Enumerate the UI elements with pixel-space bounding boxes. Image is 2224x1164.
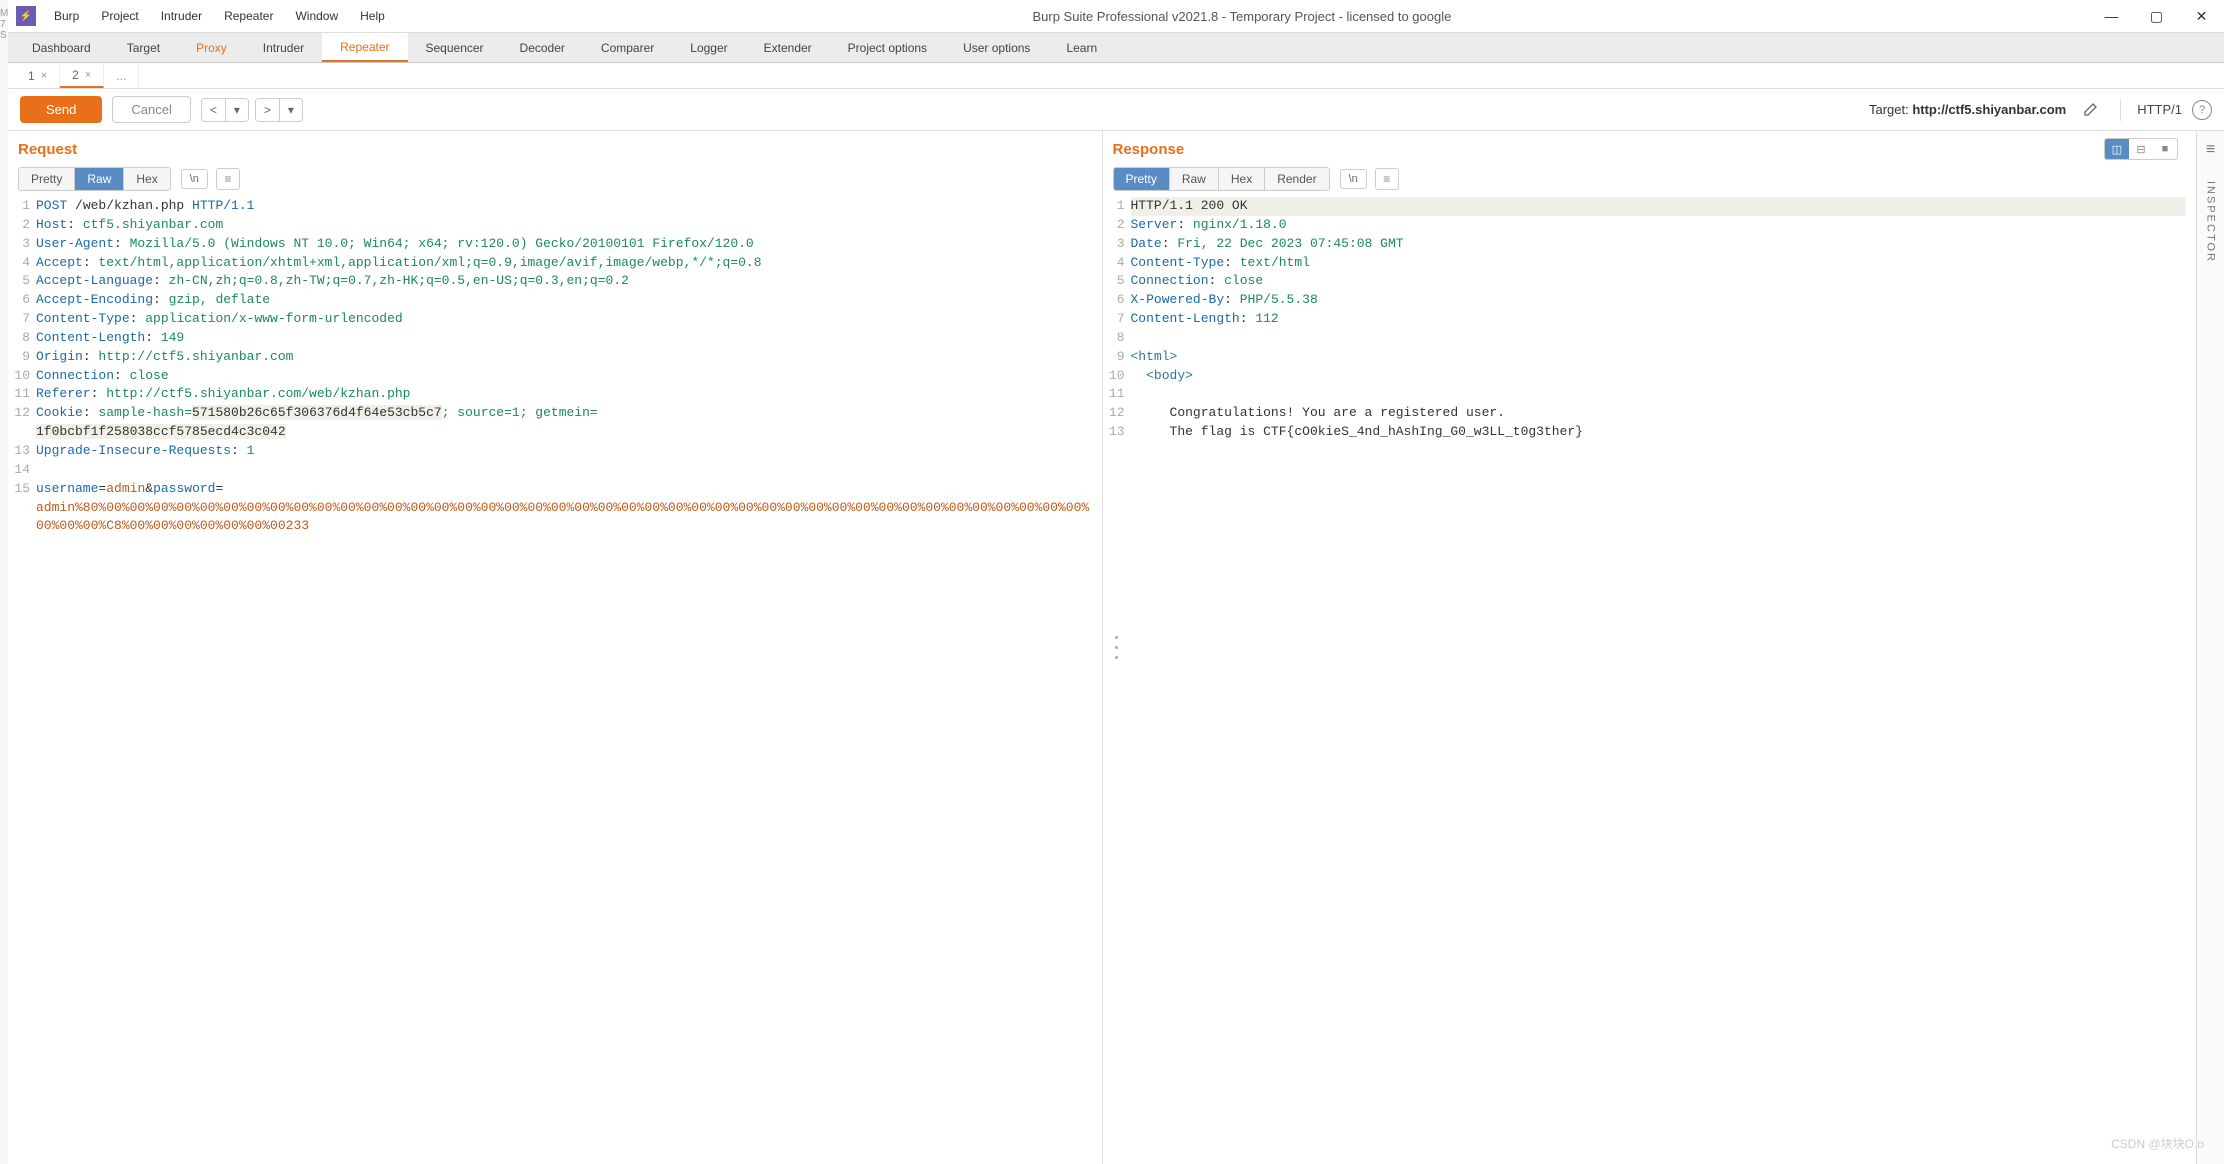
minimize-button[interactable]: —	[2089, 0, 2134, 33]
view-tab-hex[interactable]: Hex	[1219, 168, 1265, 190]
inspector-rail[interactable]: ≡ INSPECTOR	[2196, 131, 2224, 1164]
main-tab-proxy[interactable]: Proxy	[178, 33, 245, 62]
app-icon: ⚡	[16, 6, 36, 26]
main-tab-target[interactable]: Target	[109, 33, 178, 62]
main-tab-extender[interactable]: Extender	[746, 33, 830, 62]
close-tab-icon[interactable]: ×	[85, 69, 91, 81]
response-pane-title: Response	[1113, 141, 1185, 158]
request-pane: Request PrettyRawHex \n ≡ 12345678910111…	[8, 131, 1103, 1164]
newline-toggle[interactable]: \n	[181, 169, 208, 189]
app-window: ⚡ BurpProjectIntruderRepeaterWindowHelp …	[8, 0, 2224, 1164]
menu-repeater[interactable]: Repeater	[214, 3, 283, 29]
view-tab-raw[interactable]: Raw	[1170, 168, 1219, 190]
history-back-dropdown[interactable]: ▾	[225, 99, 248, 121]
menu-burp[interactable]: Burp	[44, 3, 89, 29]
inspector-label: INSPECTOR	[2205, 181, 2217, 263]
response-options-icon[interactable]: ≡	[1375, 168, 1399, 190]
view-tab-render[interactable]: Render	[1265, 168, 1328, 190]
edit-target-icon[interactable]	[2076, 96, 2104, 124]
main-tab-logger[interactable]: Logger	[672, 33, 745, 62]
menu-help[interactable]: Help	[350, 3, 395, 29]
new-tab-button[interactable]: ...	[104, 63, 139, 88]
maximize-button[interactable]: ▢	[2134, 0, 2179, 33]
sub-tab-2[interactable]: 2×	[60, 63, 104, 88]
http-version-label[interactable]: HTTP/1	[2137, 102, 2182, 117]
request-options-icon[interactable]: ≡	[216, 168, 240, 190]
window-title: Burp Suite Professional v2021.8 - Tempor…	[395, 9, 2089, 24]
response-pane: Response ◫ ⊟ ■ PrettyRawHexRender \n ≡ 1…	[1103, 131, 2197, 1164]
action-bar: Send Cancel < ▾ > ▾ Target: http://ctf5.…	[8, 89, 2224, 131]
left-edge-strip: M 7 S	[0, 0, 8, 1164]
main-tab-intruder[interactable]: Intruder	[245, 33, 322, 62]
close-tab-icon[interactable]: ×	[41, 70, 47, 82]
cancel-button[interactable]: Cancel	[112, 96, 190, 123]
layout-side-by-side-icon[interactable]: ◫	[2105, 139, 2129, 159]
view-tab-pretty[interactable]: Pretty	[19, 168, 75, 190]
main-tab-repeater[interactable]: Repeater	[322, 33, 407, 62]
target-display: Target: http://ctf5.shiyanbar.com	[1869, 102, 2066, 117]
panes-container: Request PrettyRawHex \n ≡ 12345678910111…	[8, 131, 2224, 1164]
view-tab-hex[interactable]: Hex	[124, 168, 169, 190]
inspector-toggle-icon[interactable]: ≡	[2206, 141, 2215, 159]
view-tab-raw[interactable]: Raw	[75, 168, 124, 190]
send-button[interactable]: Send	[20, 96, 102, 123]
pane-splitter[interactable]	[1111, 633, 1121, 663]
layout-toggle[interactable]: ◫ ⊟ ■	[2104, 138, 2178, 160]
newline-toggle[interactable]: \n	[1340, 169, 1367, 189]
request-pane-title: Request	[18, 141, 77, 158]
menu-intruder[interactable]: Intruder	[151, 3, 212, 29]
view-tab-pretty[interactable]: Pretty	[1114, 168, 1170, 190]
main-tab-comparer[interactable]: Comparer	[583, 33, 672, 62]
menu-project[interactable]: Project	[91, 3, 148, 29]
repeater-sub-tabs: 1×2×...	[8, 63, 2224, 89]
history-forward-button[interactable]: >	[256, 99, 279, 121]
layout-combined-icon[interactable]: ■	[2153, 139, 2177, 159]
close-button[interactable]: ✕	[2179, 0, 2224, 33]
history-forward-dropdown[interactable]: ▾	[279, 99, 302, 121]
main-tab-sequencer[interactable]: Sequencer	[408, 33, 502, 62]
watermark: CSDN @块块O.o	[2111, 1135, 2204, 1152]
menu-window[interactable]: Window	[285, 3, 348, 29]
request-editor[interactable]: 123456789101112131415 POST /web/kzhan.ph…	[8, 197, 1102, 1164]
response-viewer[interactable]: 12345678910111213 HTTP/1.1 200 OKServer:…	[1103, 197, 2197, 1164]
main-tab-dashboard[interactable]: Dashboard	[14, 33, 109, 62]
title-bar: ⚡ BurpProjectIntruderRepeaterWindowHelp …	[8, 0, 2224, 33]
layout-stacked-icon[interactable]: ⊟	[2129, 139, 2153, 159]
main-tab-user-options[interactable]: User options	[945, 33, 1048, 62]
main-tab-project-options[interactable]: Project options	[830, 33, 945, 62]
history-back-button[interactable]: <	[202, 99, 225, 121]
main-tab-learn[interactable]: Learn	[1048, 33, 1115, 62]
main-tab-decoder[interactable]: Decoder	[502, 33, 583, 62]
help-icon[interactable]: ?	[2192, 100, 2212, 120]
sub-tab-1[interactable]: 1×	[16, 63, 60, 88]
main-tab-bar: DashboardTargetProxyIntruderRepeaterSequ…	[8, 33, 2224, 63]
